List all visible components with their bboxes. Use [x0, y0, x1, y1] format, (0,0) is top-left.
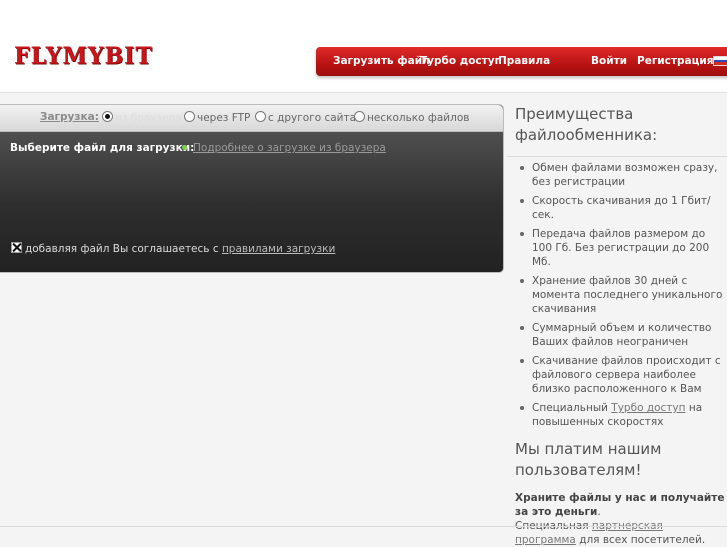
logo[interactable]: FLYMYBIT [14, 42, 153, 69]
upload-tabs: Загрузка: из браузера через FTP с другог… [0, 105, 503, 132]
nav-login[interactable]: Войти [591, 55, 627, 67]
benefits-list: Обмен файлами возможен сразу, без регист… [515, 161, 727, 429]
header: FLYMYBIT Загрузить файл Турбо доступ Пра… [0, 0, 727, 93]
pay-strong-text: Храните файлы у нас и получайте за это д… [515, 492, 725, 518]
list-item: Скачивание файлов происходит с файлового… [515, 354, 727, 396]
agree-terms: добавляя файл Вы соглашаетесь с правилам… [11, 242, 335, 255]
option-other-site[interactable]: с другого сайта [255, 111, 356, 124]
upload-tabs-title: Загрузка: [40, 111, 99, 123]
list-item: Хранение файлов 30 дней с момента послед… [515, 274, 727, 316]
browser-upload-info-link[interactable]: Подробнее о загрузке из браузера [182, 142, 386, 154]
nav-turbo[interactable]: Турбо доступ [420, 55, 502, 67]
turbo-access-link[interactable]: Турбо доступ [611, 402, 685, 414]
nav-rules[interactable]: Правила [498, 55, 550, 67]
benefits-heading: Преимущества файлообменника: [515, 105, 658, 144]
option-ftp[interactable]: через FTP [184, 111, 250, 124]
list-item-turbo: Специальный Турбо доступ на повышенных с… [515, 401, 727, 429]
option-multiple[interactable]: несколько файлов [354, 111, 469, 124]
radio-icon[interactable] [255, 111, 266, 122]
footer-divider [0, 526, 727, 527]
upload-panel: Загрузка: из браузера через FTP с другог… [0, 104, 504, 273]
list-item: Обмен файлами возможен сразу, без регист… [515, 161, 727, 189]
nav-register[interactable]: Регистрация [637, 55, 713, 67]
pay-heading: Мы платим нашим пользователям! [515, 440, 662, 479]
radio-selected-icon[interactable] [102, 111, 113, 122]
main-nav: Загрузить файл Турбо доступ Правила Войт… [316, 47, 727, 76]
radio-icon[interactable] [184, 111, 195, 122]
checkbox-checked-icon[interactable] [11, 242, 22, 253]
list-item: Скорость скачивания до 1 Гбит/сек. [515, 194, 727, 222]
russian-flag-icon[interactable] [713, 56, 727, 66]
nav-upload[interactable]: Загрузить файл [333, 55, 430, 67]
option-browser[interactable]: из браузера [102, 111, 182, 124]
list-item: Передача файлов размером до 100 Гб. Без … [515, 227, 727, 269]
green-dot-icon [182, 145, 187, 150]
upload-rules-link[interactable]: правилами загрузки [222, 243, 335, 255]
pay-text: Специальная партнерская программа для вс… [515, 520, 706, 546]
radio-icon[interactable] [354, 111, 365, 122]
sidebar: Преимущества файлообменника: Обмен файла… [507, 104, 727, 547]
divider [507, 156, 727, 157]
choose-file-label: Выберите файл для загрузки: [10, 142, 195, 154]
list-item: Суммарный объем и количество Ваших файло… [515, 321, 727, 349]
